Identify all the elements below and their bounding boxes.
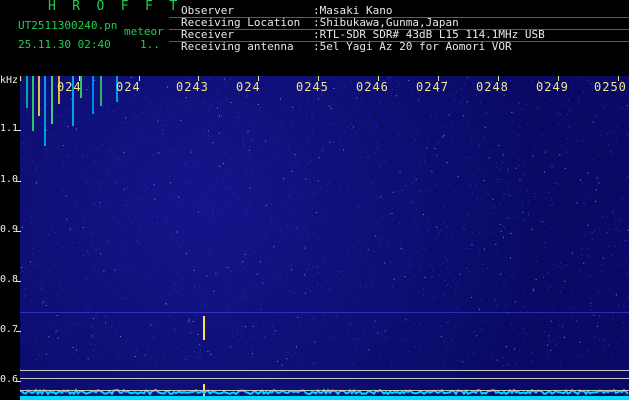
- y-tick-label: 0.9: [0, 224, 19, 235]
- x-tick-label: 024: [116, 80, 141, 94]
- spectrogram-plot: [20, 76, 629, 400]
- x-tick-label: 0248: [476, 80, 509, 94]
- header: H R O F F T UT2511300240.pn meteor 25.11…: [0, 0, 629, 76]
- x-tick: [498, 76, 499, 81]
- y-tick-label: 1.1: [0, 123, 19, 134]
- noise-layer: [20, 76, 629, 367]
- x-tick-label: 0250: [594, 80, 627, 94]
- x-tick: [198, 76, 199, 81]
- x-tick: [618, 76, 619, 81]
- y-tick: [16, 181, 21, 182]
- detection-tag: meteor: [124, 25, 164, 38]
- y-tick: [16, 281, 21, 282]
- antenna-value: :5el Yagi Az 20 for Aomori VOR: [313, 40, 512, 53]
- signal-trace-layer: [20, 388, 629, 400]
- header-divider: [169, 29, 629, 30]
- y-tick-label: 0.8: [0, 274, 19, 285]
- y-tick: [16, 231, 21, 232]
- x-tick: [378, 76, 379, 81]
- antenna-label: Receiving antenna: [181, 40, 294, 53]
- y-tick: [16, 130, 21, 131]
- x-tick: [558, 76, 559, 81]
- counter: 1..: [140, 38, 160, 51]
- y-tick: [16, 331, 21, 332]
- x-tick: [258, 76, 259, 81]
- marker-line: [20, 390, 629, 391]
- y-tick-label: 0.7: [0, 324, 19, 335]
- meteor-echo-layer: [20, 76, 629, 396]
- x-tick: [79, 76, 80, 81]
- y-tick-label: 1.0: [0, 174, 19, 185]
- x-tick-label: 0243: [176, 80, 209, 94]
- x-tick-label: 024: [236, 80, 261, 94]
- x-tick-label: 0249: [536, 80, 569, 94]
- x-tick: [20, 76, 21, 81]
- header-divider: [169, 41, 629, 42]
- spectrogram-canvas: [20, 76, 629, 400]
- x-tick-label: 0246: [356, 80, 389, 94]
- filename: UT2511300240.pn: [18, 19, 118, 32]
- x-tick: [318, 76, 319, 81]
- y-tick-label: 0.6: [0, 374, 19, 385]
- marker-line: [20, 370, 629, 371]
- x-tick-label: 024: [57, 80, 82, 94]
- app-title: H R O F F T: [48, 0, 182, 14]
- date-time: 25.11.30 02:40: [18, 38, 111, 51]
- header-divider: [169, 17, 629, 18]
- y-tick: [16, 381, 21, 382]
- y-axis-unit: kHz: [0, 75, 19, 86]
- marker-line: [20, 378, 629, 379]
- x-tick-label: 0247: [416, 80, 449, 94]
- x-tick-label: 0245: [296, 80, 329, 94]
- x-tick: [139, 76, 140, 81]
- x-tick: [438, 76, 439, 81]
